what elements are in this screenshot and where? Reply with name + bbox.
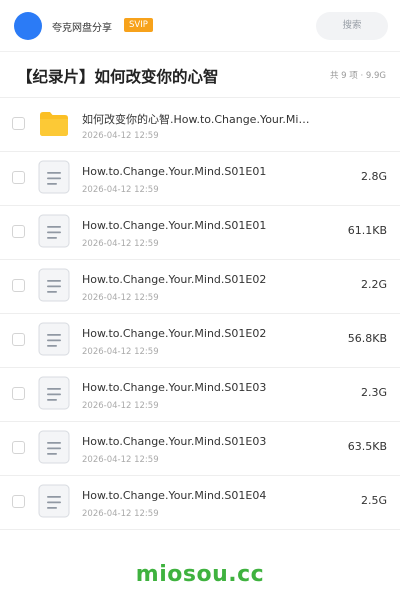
file-row[interactable]: How.to.Change.Your.Mind.S01E02 2026-04-12… xyxy=(0,314,400,368)
file-name[interactable]: How.to.Change.Your.Mind.S01E03 xyxy=(82,381,312,394)
brand-watermark: miosou.cc xyxy=(135,562,265,587)
search-placeholder: 搜索 xyxy=(342,20,362,31)
file-date: 2026-04-12 12:59 xyxy=(82,293,159,303)
file-row[interactable]: How.to.Change.Your.Mind.S01E01 2026-04-12… xyxy=(0,206,400,260)
document-icon xyxy=(38,214,70,248)
username[interactable]: 夸克网盘分享 xyxy=(52,19,112,34)
select-checkbox[interactable] xyxy=(12,171,25,184)
file-date: 2026-04-12 12:59 xyxy=(82,131,159,141)
file-size: 2.8G xyxy=(360,170,387,183)
file-size: 61.1KB xyxy=(347,224,387,237)
select-checkbox[interactable] xyxy=(12,225,25,238)
file-date: 2026-04-12 12:59 xyxy=(82,239,159,249)
footer: miosou.cc xyxy=(0,548,400,600)
file-size: 2.5G xyxy=(360,494,387,507)
file-size: 63.5KB xyxy=(347,440,387,453)
file-row[interactable]: How.to.Change.Your.Mind.S01E04 2026-04-12… xyxy=(0,476,400,530)
vip-badge: SVIP xyxy=(124,18,153,32)
document-icon xyxy=(38,268,70,302)
file-size: 56.8KB xyxy=(347,332,387,345)
file-date: 2026-04-12 12:59 xyxy=(82,509,159,519)
document-icon xyxy=(38,430,70,464)
file-row[interactable]: 如何改变你的心智.How.to.Change.Your.Mi… 2026-04-1… xyxy=(0,98,400,152)
file-name[interactable]: How.to.Change.Your.Mind.S01E01 xyxy=(82,165,312,178)
file-name[interactable]: 如何改变你的心智.How.to.Change.Your.Mi… xyxy=(82,111,312,127)
folder-meta: 共 9 项 · 9.9G xyxy=(329,71,386,81)
document-icon xyxy=(38,484,70,518)
file-date: 2026-04-12 12:59 xyxy=(82,347,159,357)
file-name[interactable]: How.to.Change.Your.Mind.S01E02 xyxy=(82,327,312,340)
file-name[interactable]: How.to.Change.Your.Mind.S01E01 xyxy=(82,219,312,232)
top-bar: 夸克网盘分享 SVIP 搜索 xyxy=(0,0,400,52)
file-size: 2.2G xyxy=(360,278,387,291)
folder-icon xyxy=(38,106,70,140)
file-row[interactable]: How.to.Change.Your.Mind.S01E03 2026-04-12… xyxy=(0,368,400,422)
document-icon xyxy=(38,376,70,410)
file-date: 2026-04-12 12:59 xyxy=(82,401,159,411)
select-checkbox[interactable] xyxy=(12,279,25,292)
select-checkbox[interactable] xyxy=(12,441,25,454)
file-size: 2.3G xyxy=(360,386,387,399)
select-checkbox[interactable] xyxy=(12,387,25,400)
file-row[interactable]: How.to.Change.Your.Mind.S01E01 2026-04-12… xyxy=(0,152,400,206)
file-row[interactable]: How.to.Change.Your.Mind.S01E03 2026-04-12… xyxy=(0,422,400,476)
file-name[interactable]: How.to.Change.Your.Mind.S01E03 xyxy=(82,435,312,448)
select-checkbox[interactable] xyxy=(12,117,25,130)
file-name[interactable]: How.to.Change.Your.Mind.S01E04 xyxy=(82,489,312,502)
document-icon xyxy=(38,160,70,194)
folder-header: 【纪录片】如何改变你的心智 共 9 项 · 9.9G xyxy=(0,52,400,98)
select-checkbox[interactable] xyxy=(12,495,25,508)
file-name[interactable]: How.to.Change.Your.Mind.S01E02 xyxy=(82,273,312,286)
search-button[interactable]: 搜索 xyxy=(316,12,388,40)
avatar[interactable] xyxy=(14,12,42,40)
document-icon xyxy=(38,322,70,356)
file-date: 2026-04-12 12:59 xyxy=(82,455,159,465)
file-date: 2026-04-12 12:59 xyxy=(82,185,159,195)
file-row[interactable]: How.to.Change.Your.Mind.S01E02 2026-04-12… xyxy=(0,260,400,314)
select-checkbox[interactable] xyxy=(12,333,25,346)
page-title: 【纪录片】如何改变你的心智 xyxy=(17,68,219,86)
